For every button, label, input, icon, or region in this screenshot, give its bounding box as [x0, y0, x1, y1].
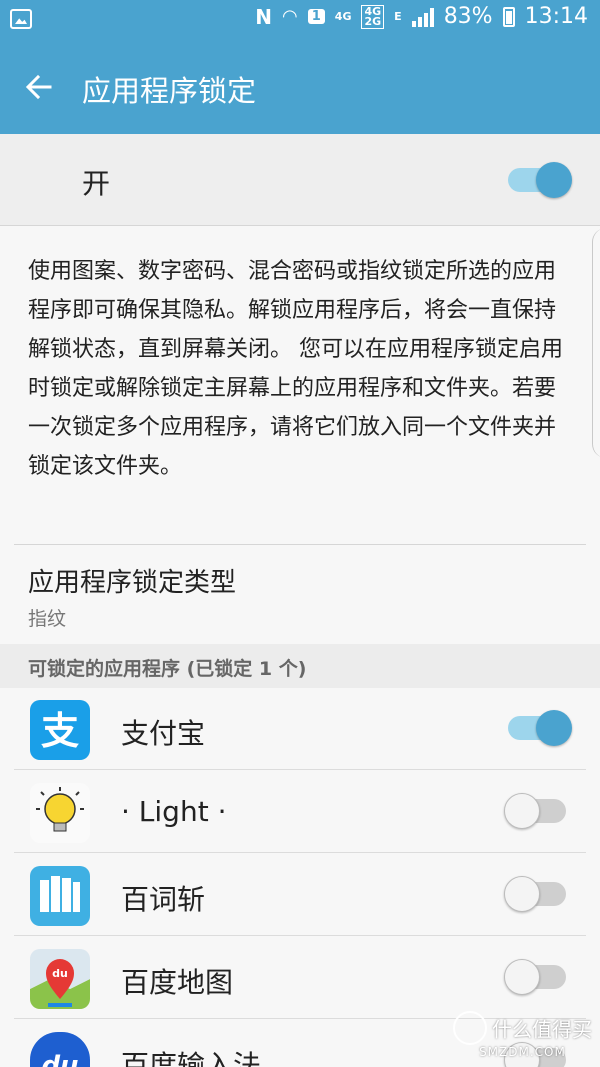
page-title: 应用程序锁定: [82, 74, 257, 108]
section-header: 可锁定的应用程序 (已锁定 1 个): [0, 644, 600, 688]
nfc-icon: Ν: [255, 4, 273, 29]
lock-type-value: 指纹: [28, 608, 67, 630]
app-lock-toggle[interactable]: [506, 708, 572, 748]
app-lock-toggle[interactable]: [504, 957, 572, 997]
app-name: 百度输入法: [121, 1049, 262, 1067]
app-lock-toggle[interactable]: [504, 791, 572, 831]
list-item[interactable]: 支 支付宝: [0, 688, 600, 770]
scroll-edge-indicator: [592, 228, 600, 458]
watermark: 什么值得买 SMZDM.COM: [452, 1011, 592, 1059]
lock-type-setting[interactable]: 应用程序锁定类型 指纹: [0, 548, 600, 642]
app-name: · Light ·: [121, 795, 227, 828]
baicizhan-icon: [30, 866, 90, 926]
master-switch-label: 开: [82, 167, 111, 200]
battery-percent: 83%: [443, 4, 493, 29]
sim-badge: 1: [307, 9, 325, 24]
battery-icon: [502, 6, 515, 27]
list-item[interactable]: 百词斩: [0, 854, 600, 936]
app-name: 百词斩: [121, 883, 206, 916]
arrow-left-icon: [25, 74, 52, 100]
watermark-main: 什么值得买: [492, 1017, 592, 1042]
svg-text:du: du: [52, 967, 68, 980]
app-bar: 应用程序锁定: [0, 40, 600, 134]
master-toggle[interactable]: [506, 160, 572, 200]
dual-network: 4G 2G: [361, 4, 385, 29]
watermark-sub: SMZDM.COM: [479, 1045, 566, 1059]
alipay-icon: 支: [30, 700, 90, 760]
app-name: 支付宝: [121, 717, 206, 750]
app-lock-toggle[interactable]: [504, 874, 572, 914]
clock: 13:14: [524, 4, 588, 29]
list-item[interactable]: · Light ·: [0, 771, 600, 853]
baidu-input-icon: du: [30, 1032, 90, 1067]
svg-text:支: 支: [41, 709, 79, 753]
light-bulb-icon: [30, 783, 90, 843]
master-switch-row[interactable]: 开: [0, 134, 600, 226]
app-name: 百度地图: [121, 966, 234, 999]
signal-icon: [411, 7, 434, 27]
divider: [14, 544, 586, 545]
network-dual-bottom: 2G: [364, 14, 382, 28]
section-header-label: 可锁定的应用程序 (已锁定 1 个): [28, 658, 307, 680]
data-indicator: E: [394, 10, 402, 23]
description-text: 使用图案、数字密码、混合密码或指纹锁定所选的应用程序即可确保其隐私。解锁应用程序…: [28, 259, 563, 479]
image-icon: [10, 9, 32, 29]
svg-text:du: du: [41, 1051, 78, 1067]
baidu-map-icon: du: [30, 949, 90, 1009]
status-bar: Ν ◠ 1 4G 4G 2G E 83% 13:14: [0, 0, 600, 40]
lock-type-title: 应用程序锁定类型: [28, 568, 237, 598]
list-item[interactable]: du 百度地图: [0, 937, 600, 1019]
network-type: 4G: [334, 10, 352, 23]
status-icons: Ν ◠ 1 4G 4G 2G E 83% 13:14: [255, 4, 588, 29]
wifi-icon: ◠: [282, 6, 298, 27]
back-button[interactable]: [14, 62, 64, 112]
watermark-logo-icon: [452, 1011, 487, 1045]
